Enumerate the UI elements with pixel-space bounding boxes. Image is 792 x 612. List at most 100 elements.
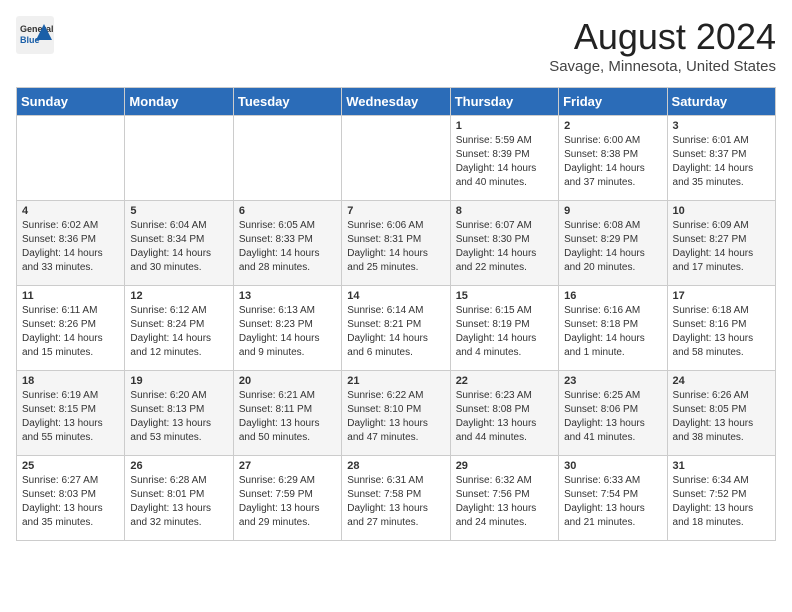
calendar-week-row: 1 Sunrise: 5:59 AMSunset: 8:39 PMDaylight… — [17, 116, 776, 201]
calendar-day-cell: 14 Sunrise: 6:14 AMSunset: 8:21 PMDayligh… — [342, 286, 450, 371]
calendar-day-cell: 22 Sunrise: 6:23 AMSunset: 8:08 PMDayligh… — [450, 371, 558, 456]
day-number: 27 — [239, 460, 336, 472]
title-section: August 2024 Savage, Minnesota, United St… — [549, 16, 776, 75]
calendar-day-cell: 17Sunrise: 6:18 AMSunset: 8:16 PMDayligh… — [667, 286, 775, 371]
day-info: Sunrise: 6:33 AMSunset: 7:54 PMDaylight:… — [564, 474, 661, 530]
calendar-day-cell — [342, 116, 450, 201]
day-number: 13 — [239, 290, 336, 302]
calendar-day-cell: 21 Sunrise: 6:22 AMSunset: 8:10 PMDayligh… — [342, 371, 450, 456]
day-info: Sunrise: 5:59 AMSunset: 8:39 PMDaylight:… — [456, 134, 553, 190]
day-number: 1 — [456, 120, 553, 132]
calendar-day-cell: 8 Sunrise: 6:07 AMSunset: 8:30 PMDaylight… — [450, 201, 558, 286]
weekday-header-tuesday: Tuesday — [233, 88, 341, 116]
calendar-day-cell: 30 Sunrise: 6:33 AMSunset: 7:54 PMDayligh… — [559, 456, 667, 541]
logo-icon: General Blue — [16, 16, 54, 54]
day-number: 12 — [130, 290, 227, 302]
calendar-day-cell: 29Sunrise: 6:32 AMSunset: 7:56 PMDayligh… — [450, 456, 558, 541]
calendar-week-row: 18 Sunrise: 6:19 AMSunset: 8:15 PMDayligh… — [17, 371, 776, 456]
day-number: 21 — [347, 375, 444, 387]
day-number: 22 — [456, 375, 553, 387]
location-title: Savage, Minnesota, United States — [549, 58, 776, 75]
calendar-day-cell: 3 Sunrise: 6:01 AMSunset: 8:37 PMDaylight… — [667, 116, 775, 201]
calendar-day-cell: 5 Sunrise: 6:04 AMSunset: 8:34 PMDaylight… — [125, 201, 233, 286]
weekday-header-wednesday: Wednesday — [342, 88, 450, 116]
day-info: Sunrise: 6:08 AMSunset: 8:29 PMDaylight:… — [564, 219, 661, 275]
weekday-header-monday: Monday — [125, 88, 233, 116]
calendar-day-cell: 6 Sunrise: 6:05 AMSunset: 8:33 PMDaylight… — [233, 201, 341, 286]
day-info: Sunrise: 6:14 AMSunset: 8:21 PMDaylight:… — [347, 304, 444, 360]
day-number: 7 — [347, 205, 444, 217]
day-info: Sunrise: 6:04 AMSunset: 8:34 PMDaylight:… — [130, 219, 227, 275]
calendar-day-cell: 7Sunrise: 6:06 AMSunset: 8:31 PMDaylight… — [342, 201, 450, 286]
day-number: 14 — [347, 290, 444, 302]
day-number: 30 — [564, 460, 661, 472]
calendar-day-cell: 16Sunrise: 6:16 AMSunset: 8:18 PMDayligh… — [559, 286, 667, 371]
day-number: 11 — [22, 290, 119, 302]
calendar-table: SundayMondayTuesdayWednesdayThursdayFrid… — [16, 87, 776, 541]
day-number: 26 — [130, 460, 227, 472]
day-info: Sunrise: 6:15 AMSunset: 8:19 PMDaylight:… — [456, 304, 553, 360]
calendar-day-cell: 23 Sunrise: 6:25 AMSunset: 8:06 PMDayligh… — [559, 371, 667, 456]
weekday-header-friday: Friday — [559, 88, 667, 116]
day-info: Sunrise: 6:16 AMSunset: 8:18 PMDaylight:… — [564, 304, 661, 360]
calendar-day-cell: 31 Sunrise: 6:34 AMSunset: 7:52 PMDayligh… — [667, 456, 775, 541]
logo: General Blue — [16, 16, 54, 54]
day-info: Sunrise: 6:11 AMSunset: 8:26 PMDaylight:… — [22, 304, 119, 360]
calendar-day-cell: 9Sunrise: 6:08 AMSunset: 8:29 PMDaylight… — [559, 201, 667, 286]
day-info: Sunrise: 6:07 AMSunset: 8:30 PMDaylight:… — [456, 219, 553, 275]
calendar-day-cell: 18 Sunrise: 6:19 AMSunset: 8:15 PMDayligh… — [17, 371, 125, 456]
day-info: Sunrise: 6:20 AMSunset: 8:13 PMDaylight:… — [130, 389, 227, 445]
day-info: Sunrise: 6:34 AMSunset: 7:52 PMDaylight:… — [673, 474, 770, 530]
day-info: Sunrise: 6:31 AMSunset: 7:58 PMDaylight:… — [347, 474, 444, 530]
day-number: 10 — [673, 205, 770, 217]
day-info: Sunrise: 6:00 AMSunset: 8:38 PMDaylight:… — [564, 134, 661, 190]
day-number: 19 — [130, 375, 227, 387]
day-number: 29 — [456, 460, 553, 472]
day-number: 5 — [130, 205, 227, 217]
day-number: 23 — [564, 375, 661, 387]
page-header: General Blue August 2024 Savage, Minneso… — [16, 16, 776, 75]
calendar-day-cell: 19 Sunrise: 6:20 AMSunset: 8:13 PMDayligh… — [125, 371, 233, 456]
day-info: Sunrise: 6:18 AMSunset: 8:16 PMDaylight:… — [673, 304, 770, 360]
day-number: 31 — [673, 460, 770, 472]
day-number: 18 — [22, 375, 119, 387]
day-info: Sunrise: 6:09 AMSunset: 8:27 PMDaylight:… — [673, 219, 770, 275]
calendar-day-cell: 4Sunrise: 6:02 AMSunset: 8:36 PMDaylight… — [17, 201, 125, 286]
day-info: Sunrise: 6:26 AMSunset: 8:05 PMDaylight:… — [673, 389, 770, 445]
day-info: Sunrise: 6:23 AMSunset: 8:08 PMDaylight:… — [456, 389, 553, 445]
calendar-day-cell: 20 Sunrise: 6:21 AMSunset: 8:11 PMDayligh… — [233, 371, 341, 456]
day-number: 28 — [347, 460, 444, 472]
day-number: 20 — [239, 375, 336, 387]
calendar-week-row: 4Sunrise: 6:02 AMSunset: 8:36 PMDaylight… — [17, 201, 776, 286]
day-info: Sunrise: 6:22 AMSunset: 8:10 PMDaylight:… — [347, 389, 444, 445]
calendar-day-cell: 10 Sunrise: 6:09 AMSunset: 8:27 PMDayligh… — [667, 201, 775, 286]
day-number: 8 — [456, 205, 553, 217]
day-number: 3 — [673, 120, 770, 132]
day-number: 4 — [22, 205, 119, 217]
calendar-day-cell — [125, 116, 233, 201]
day-info: Sunrise: 6:27 AMSunset: 8:03 PMDaylight:… — [22, 474, 119, 530]
calendar-day-cell: 26Sunrise: 6:28 AMSunset: 8:01 PMDayligh… — [125, 456, 233, 541]
calendar-week-row: 11 Sunrise: 6:11 AMSunset: 8:26 PMDayligh… — [17, 286, 776, 371]
calendar-day-cell: 11 Sunrise: 6:11 AMSunset: 8:26 PMDayligh… — [17, 286, 125, 371]
calendar-day-cell: 25 Sunrise: 6:27 AMSunset: 8:03 PMDayligh… — [17, 456, 125, 541]
day-number: 2 — [564, 120, 661, 132]
day-info: Sunrise: 6:29 AMSunset: 7:59 PMDaylight:… — [239, 474, 336, 530]
weekday-header-saturday: Saturday — [667, 88, 775, 116]
calendar-day-cell: 12Sunrise: 6:12 AMSunset: 8:24 PMDayligh… — [125, 286, 233, 371]
day-info: Sunrise: 6:13 AMSunset: 8:23 PMDaylight:… — [239, 304, 336, 360]
calendar-day-cell: 28 Sunrise: 6:31 AMSunset: 7:58 PMDayligh… — [342, 456, 450, 541]
calendar-day-cell: 13 Sunrise: 6:13 AMSunset: 8:23 PMDayligh… — [233, 286, 341, 371]
calendar-day-cell: 24Sunrise: 6:26 AMSunset: 8:05 PMDayligh… — [667, 371, 775, 456]
day-info: Sunrise: 6:21 AMSunset: 8:11 PMDaylight:… — [239, 389, 336, 445]
day-info: Sunrise: 6:01 AMSunset: 8:37 PMDaylight:… — [673, 134, 770, 190]
calendar-day-cell: 1 Sunrise: 5:59 AMSunset: 8:39 PMDaylight… — [450, 116, 558, 201]
day-info: Sunrise: 6:05 AMSunset: 8:33 PMDaylight:… — [239, 219, 336, 275]
day-number: 6 — [239, 205, 336, 217]
day-info: Sunrise: 6:25 AMSunset: 8:06 PMDaylight:… — [564, 389, 661, 445]
day-info: Sunrise: 6:19 AMSunset: 8:15 PMDaylight:… — [22, 389, 119, 445]
day-number: 25 — [22, 460, 119, 472]
calendar-day-cell — [233, 116, 341, 201]
calendar-day-cell: 15Sunrise: 6:15 AMSunset: 8:19 PMDayligh… — [450, 286, 558, 371]
calendar-day-cell: 27 Sunrise: 6:29 AMSunset: 7:59 PMDayligh… — [233, 456, 341, 541]
